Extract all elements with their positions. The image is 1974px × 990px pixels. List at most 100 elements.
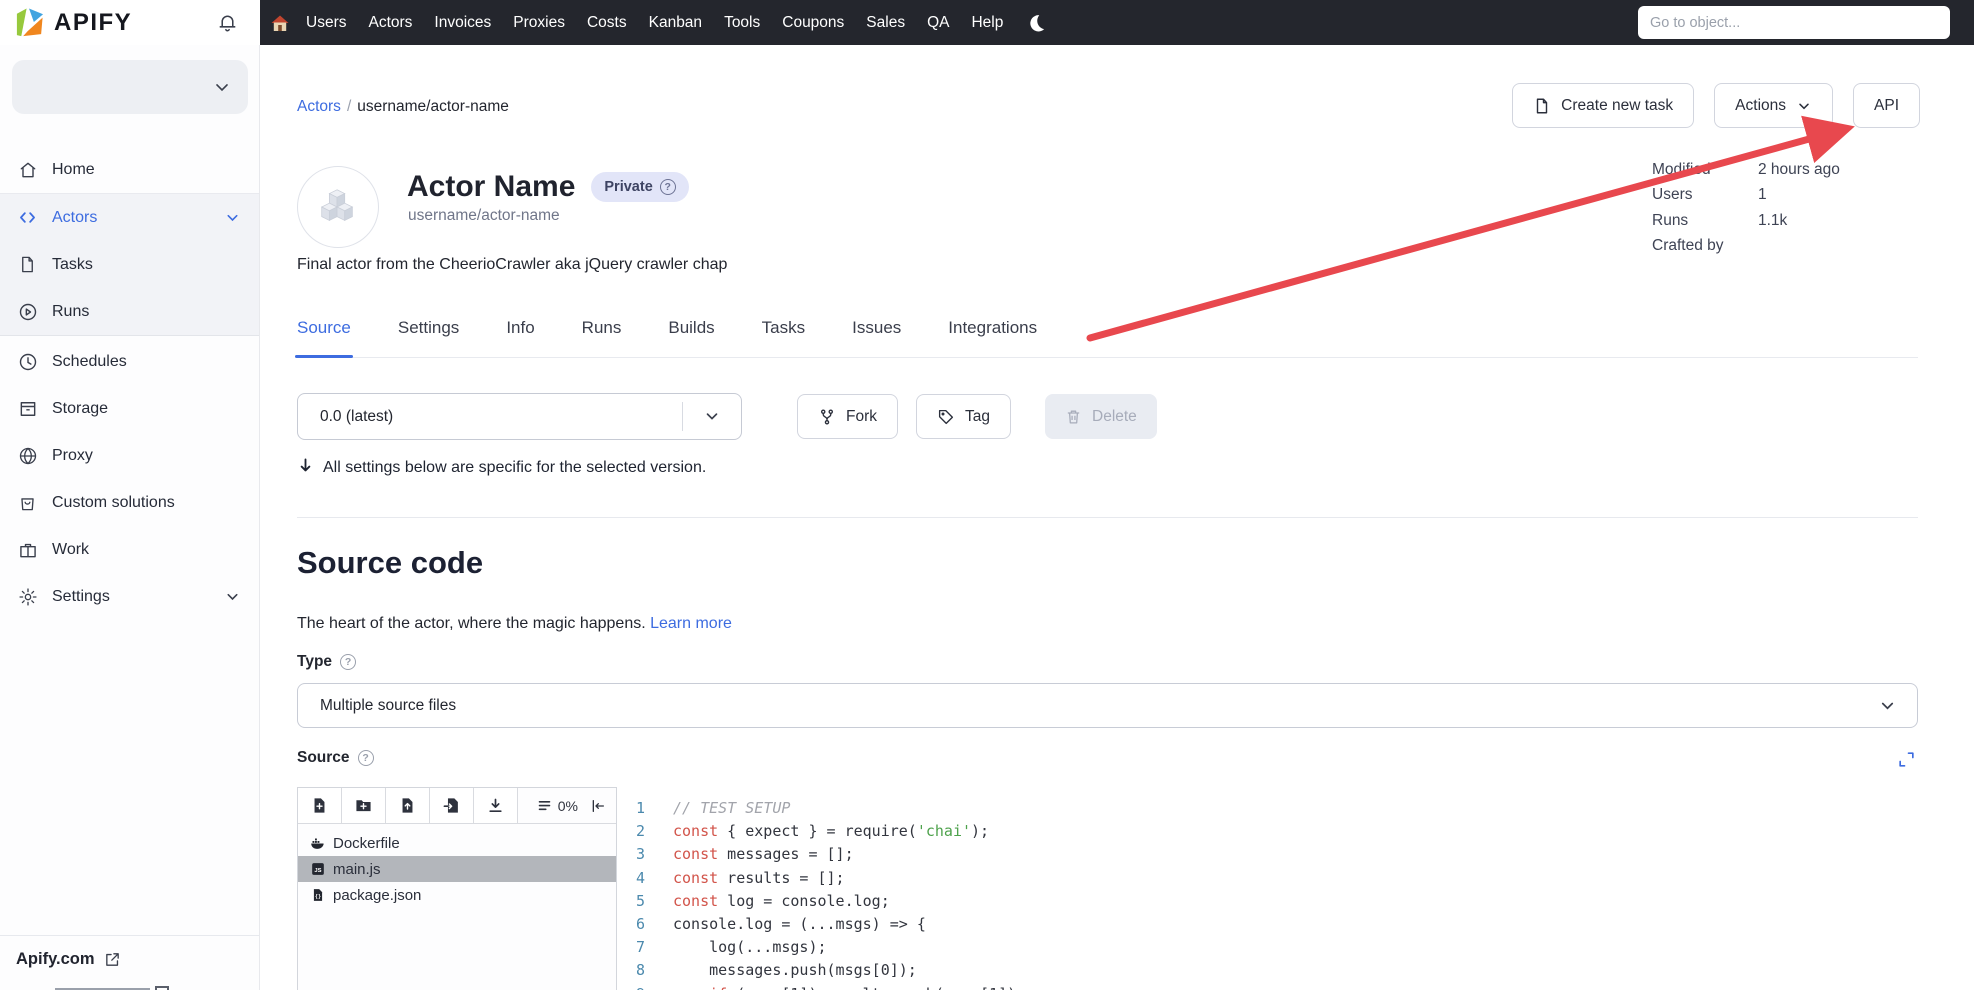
- learn-more-link[interactable]: Learn more: [650, 615, 732, 632]
- list-icon: [537, 798, 552, 813]
- version-note: All settings below are specific for the …: [297, 457, 706, 479]
- account-selector[interactable]: [12, 60, 248, 114]
- meta-label: Crafted by: [1652, 237, 1758, 255]
- meta-value: 1: [1758, 186, 1767, 204]
- top-bar: APIFY Users Actors Invoices Proxies Cost…: [0, 0, 1974, 45]
- sidebar-item-tasks[interactable]: Tasks: [0, 241, 259, 288]
- zoom-level-control[interactable]: 0%: [527, 788, 588, 823]
- down-arrow-icon: [297, 457, 314, 479]
- tab-tasks[interactable]: Tasks: [762, 318, 805, 357]
- sidebar-item-label: Tasks: [52, 256, 93, 274]
- topnav-item-proxies[interactable]: Proxies: [513, 14, 565, 32]
- topnav-item-actors[interactable]: Actors: [368, 14, 412, 32]
- meta-value: 1.1k: [1758, 212, 1787, 230]
- move-file-button[interactable]: [430, 788, 474, 823]
- sidebar-item-storage[interactable]: Storage: [0, 385, 259, 432]
- breadcrumb-separator: /: [347, 98, 351, 115]
- create-new-task-button[interactable]: Create new task: [1512, 83, 1694, 128]
- go-to-object-search-input[interactable]: [1638, 6, 1950, 39]
- topnav-item-costs[interactable]: Costs: [587, 14, 627, 32]
- tab-source[interactable]: Source: [297, 318, 351, 357]
- tab-info[interactable]: Info: [506, 318, 534, 357]
- file-name: Dockerfile: [333, 835, 400, 852]
- chevron-down-icon: [1796, 98, 1812, 114]
- new-file-button[interactable]: [298, 788, 342, 823]
- document-icon: [17, 254, 38, 275]
- sidebar-item-proxy[interactable]: Proxy: [0, 432, 259, 479]
- breadcrumb-actors-link[interactable]: Actors: [297, 98, 341, 115]
- tab-runs[interactable]: Runs: [582, 318, 622, 357]
- sidebar-item-label: Storage: [52, 400, 108, 418]
- download-button[interactable]: [474, 788, 518, 823]
- apify-com-link[interactable]: Apify.com: [16, 950, 259, 969]
- help-question-icon[interactable]: ?: [660, 179, 676, 195]
- actor-meta: Modified 2 hours ago Users 1 Runs 1.1k C…: [1652, 157, 1840, 259]
- sidebar: Home Actors Tasks: [0, 45, 260, 990]
- sidebar-item-runs[interactable]: Runs: [0, 288, 259, 335]
- section-divider: [297, 517, 1918, 518]
- dark-mode-moon-icon[interactable]: [1027, 13, 1046, 32]
- main-content: Actors / username/actor-name Create new ta…: [260, 45, 1974, 990]
- version-select[interactable]: 0.0 (latest): [297, 393, 742, 440]
- external-link-icon: [104, 951, 121, 968]
- home-emoji-icon[interactable]: [270, 13, 290, 33]
- header-actions: Create new task Actions API: [1512, 83, 1920, 128]
- actions-dropdown-button[interactable]: Actions: [1714, 83, 1833, 128]
- code-brackets-icon: [17, 207, 38, 228]
- sidebar-item-home[interactable]: Home: [0, 146, 259, 193]
- actor-handle: username/actor-name: [408, 207, 560, 225]
- meta-label: Modified: [1652, 161, 1758, 179]
- topnav-item-qa[interactable]: QA: [927, 14, 949, 32]
- topnav-item-sales[interactable]: Sales: [866, 14, 905, 32]
- help-question-icon[interactable]: ?: [358, 750, 374, 766]
- fullscreen-expand-icon[interactable]: [1897, 750, 1916, 774]
- api-label: API: [1874, 97, 1899, 115]
- topnav-item-help[interactable]: Help: [971, 14, 1003, 32]
- topnav-item-coupons[interactable]: Coupons: [782, 14, 844, 32]
- js-icon: JS: [310, 862, 325, 877]
- tab-builds[interactable]: Builds: [668, 318, 714, 357]
- sidebar-item-label: Schedules: [52, 353, 127, 371]
- type-select-value: Multiple source files: [320, 697, 456, 715]
- code-pane[interactable]: 1// TEST SETUP2const { expect } = requir…: [618, 787, 1918, 990]
- topnav-item-tools[interactable]: Tools: [724, 14, 760, 32]
- source-code-heading: Source code: [297, 545, 483, 581]
- sidebar-item-settings[interactable]: Settings: [0, 573, 259, 620]
- sidebar-item-schedules[interactable]: Schedules: [0, 338, 259, 385]
- tag-button[interactable]: Tag: [916, 394, 1011, 439]
- file-row-package-json[interactable]: {} package.json: [298, 882, 616, 908]
- sidebar-menu: Home Actors Tasks: [0, 146, 259, 620]
- fork-button[interactable]: Fork: [797, 394, 898, 439]
- sidebar-item-custom-solutions[interactable]: Custom solutions: [0, 479, 259, 526]
- collapse-panel-icon[interactable]: [588, 788, 616, 823]
- home-icon: [17, 159, 38, 180]
- meta-row-runs: Runs 1.1k: [1652, 208, 1840, 234]
- api-button[interactable]: API: [1853, 83, 1920, 128]
- sidebar-item-work[interactable]: Work: [0, 526, 259, 573]
- tab-issues[interactable]: Issues: [852, 318, 901, 357]
- type-label-text: Type: [297, 653, 332, 671]
- create-new-task-label: Create new task: [1561, 97, 1673, 115]
- version-select-value: 0.0 (latest): [320, 408, 393, 426]
- tab-integrations[interactable]: Integrations: [948, 318, 1037, 357]
- help-question-icon[interactable]: ?: [340, 654, 356, 670]
- file-name: main.js: [333, 861, 381, 878]
- topnav-item-kanban[interactable]: Kanban: [649, 14, 702, 32]
- meta-row-crafted-by: Crafted by: [1652, 234, 1840, 260]
- notifications-bell-icon[interactable]: [216, 11, 239, 39]
- file-name: package.json: [333, 887, 421, 904]
- sidebar-item-actors[interactable]: Actors: [0, 194, 259, 241]
- file-row-dockerfile[interactable]: Dockerfile: [298, 830, 616, 856]
- file-row-main-js[interactable]: JS main.js: [298, 856, 616, 882]
- apify-logo-text: APIFY: [54, 9, 132, 37]
- upload-file-button[interactable]: [386, 788, 430, 823]
- actions-label: Actions: [1735, 97, 1786, 115]
- topnav-item-invoices[interactable]: Invoices: [434, 14, 491, 32]
- clipped-sidebar-row: [55, 986, 175, 990]
- new-folder-button[interactable]: [342, 788, 386, 823]
- source-type-select[interactable]: Multiple source files: [297, 683, 1918, 728]
- topnav-item-users[interactable]: Users: [306, 14, 346, 32]
- delete-button[interactable]: Delete: [1045, 394, 1157, 439]
- tab-settings[interactable]: Settings: [398, 318, 459, 357]
- breadcrumb: Actors/username/actor-name: [297, 98, 509, 116]
